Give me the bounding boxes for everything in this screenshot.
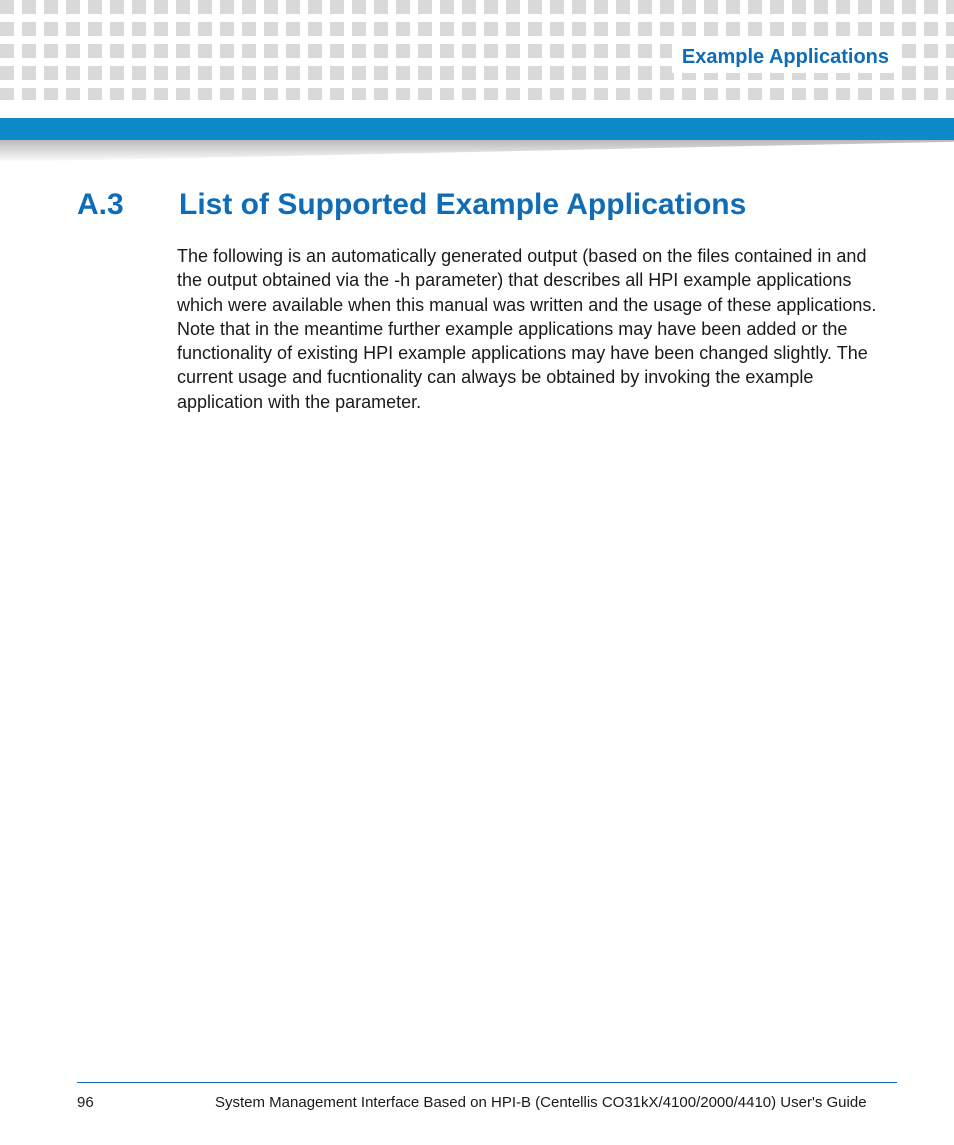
section: A.3 List of Supported Example Applicatio… [77, 188, 897, 414]
footer-doc-title: System Management Interface Based on HPI… [177, 1094, 897, 1111]
section-heading: A.3 List of Supported Example Applicatio… [77, 188, 897, 222]
section-title: List of Supported Example Applications [179, 188, 746, 222]
footer: 96 System Management Interface Based on … [77, 1094, 897, 1111]
section-body: The following is an automatically genera… [177, 244, 895, 414]
running-header-title: Example Applications [682, 46, 889, 68]
header-blue-bar [0, 118, 954, 140]
footer-rule [77, 1082, 897, 1083]
page-number: 96 [77, 1094, 177, 1111]
section-number: A.3 [77, 188, 139, 222]
running-header-box: Example Applications [672, 42, 899, 73]
header-gray-wedge [0, 140, 954, 162]
